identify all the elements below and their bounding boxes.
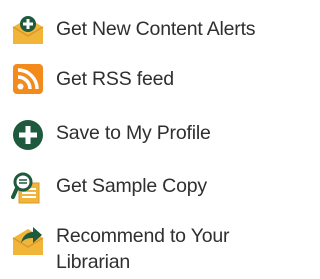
envelope-arrow-icon [11, 224, 45, 258]
menu-item-label: Save to My Profile [56, 122, 211, 144]
menu-item-label: Get Sample Copy [56, 175, 207, 197]
get-rss-feed-link[interactable]: Get RSS feed [0, 60, 281, 102]
menu-item-label: Recommend to Your Librarian [56, 225, 230, 273]
get-new-content-alerts-link[interactable]: Get New Content Alerts [0, 8, 281, 50]
actions-menu: Get New Content Alerts Get RSS feed Save… [0, 0, 281, 279]
get-sample-copy-link[interactable]: Get Sample Copy [0, 168, 281, 210]
menu-item-label: Get RSS feed [56, 68, 174, 90]
save-to-my-profile-link[interactable]: Save to My Profile [0, 115, 281, 157]
menu-item-label: Get New Content Alerts [56, 18, 256, 40]
sample-copy-icon [11, 171, 45, 205]
plus-circle-icon [11, 118, 45, 152]
envelope-plus-icon [11, 13, 45, 47]
recommend-to-librarian-link[interactable]: Recommend to Your Librarian [0, 220, 281, 278]
rss-icon [11, 62, 45, 96]
